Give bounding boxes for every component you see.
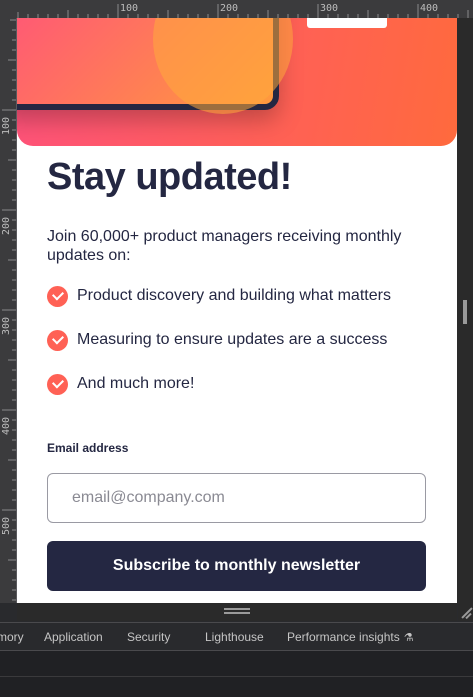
tab-performance-insights[interactable]: Performance insights ⚗: [287, 630, 414, 644]
feature-text: Product discovery and building what matt…: [77, 287, 391, 304]
check-icon: [47, 329, 68, 351]
illustration-tab: [307, 18, 387, 28]
devtools-tab-bar: mory Application Security Lighthouse Per…: [0, 622, 473, 651]
feature-text: And much more!: [77, 375, 195, 392]
check-icon: [47, 373, 68, 395]
height-resize-bar[interactable]: [17, 603, 457, 621]
ruler-label-v500: 500: [1, 516, 12, 535]
tab-performance-insights-label: Performance insights: [287, 630, 400, 644]
list-item: Product discovery and building what matt…: [47, 284, 391, 308]
tab-lighthouse[interactable]: Lighthouse: [205, 630, 264, 644]
tab-application[interactable]: Application: [44, 630, 103, 644]
email-field[interactable]: [47, 473, 426, 523]
ruler-label-400: 400: [420, 3, 439, 14]
page-title: Stay updated!: [47, 156, 292, 198]
tab-security[interactable]: Security: [127, 630, 170, 644]
check-icon: [47, 285, 68, 307]
resize-handle-icon[interactable]: [224, 608, 250, 614]
ruler-label-v100: 100: [1, 116, 12, 135]
intro-text: Join 60,000+ product managers receiving …: [47, 228, 402, 264]
ruler-label-300: 300: [320, 3, 339, 14]
corner-resize-icon[interactable]: [458, 603, 473, 621]
tab-memory[interactable]: mory: [0, 630, 24, 644]
flask-icon: ⚗: [403, 632, 414, 644]
viewport-right-edge: [457, 18, 473, 603]
left-ruler: 100 200 300 400 500: [0, 18, 17, 603]
ruler-label-100: 100: [120, 3, 139, 14]
hero-illustration: [17, 18, 457, 146]
ruler-label-v200: 200: [1, 216, 12, 235]
list-item: Measuring to ensure updates are a succes…: [47, 328, 387, 352]
device-glow: [153, 18, 293, 114]
email-label: Email address: [47, 441, 129, 455]
subscribe-button[interactable]: Subscribe to monthly newsletter: [47, 541, 426, 591]
list-item: And much more!: [47, 372, 194, 396]
ruler-label-v400: 400: [1, 416, 12, 435]
left-ruler-ticks: [2, 19, 16, 601]
width-resize-grip[interactable]: [463, 300, 467, 324]
devtools-panel: [0, 651, 473, 697]
feature-text: Measuring to ensure updates are a succes…: [77, 331, 388, 348]
device-illustration: [17, 18, 293, 114]
divider: [0, 676, 473, 677]
top-ruler: 100 200 300 400: [0, 0, 473, 19]
page-viewport[interactable]: Stay updated! Join 60,000+ product manag…: [17, 18, 457, 603]
ruler-label-v300: 300: [1, 316, 12, 335]
ruler-label-200: 200: [220, 3, 239, 14]
